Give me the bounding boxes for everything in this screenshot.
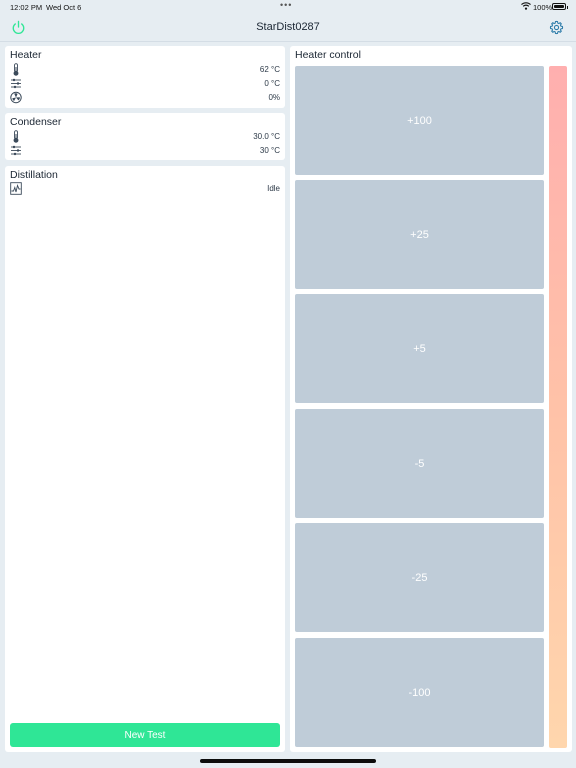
distillation-status-value: Idle <box>267 184 280 193</box>
distillation-curve-icon <box>10 182 22 195</box>
status-date: Wed Oct 6 <box>46 3 82 12</box>
sliders-icon <box>11 78 21 89</box>
condenser-title: Condenser <box>10 116 62 128</box>
thermometer-icon <box>13 63 19 76</box>
sliders-icon <box>11 145 21 156</box>
distillation-status-row: Idle <box>10 182 280 195</box>
heater-minus-5-button[interactable]: -5 <box>295 409 544 518</box>
battery-icon <box>552 3 568 10</box>
heater-panel: Heater 62 °C 0 °C 0% <box>5 46 285 108</box>
page-title: StarDist0287 <box>256 21 320 33</box>
nav-bar: StarDist0287 <box>0 14 576 42</box>
heater-setpoint-row: 0 °C <box>10 77 280 90</box>
heater-control-panel: Heater control +100 +25 +5 -5 -25 -100 <box>290 46 572 752</box>
battery-percent: 100% <box>533 3 553 12</box>
wifi-icon <box>521 2 531 10</box>
heater-plus-25-button[interactable]: +25 <box>295 180 544 289</box>
gear-icon[interactable] <box>549 20 564 35</box>
heater-power-value: 0% <box>268 93 280 102</box>
heater-minus-100-button[interactable]: -100 <box>295 638 544 747</box>
status-bar: 12:02 PM Wed Oct 6 ••• 100% <box>0 0 576 14</box>
fan-icon <box>10 91 22 104</box>
heater-setpoint-value: 0 °C <box>264 79 280 88</box>
condenser-panel: Condenser 30.0 °C 30 °C <box>5 113 285 160</box>
new-test-button[interactable]: New Test <box>10 723 280 747</box>
multitasking-dots[interactable]: ••• <box>280 0 292 10</box>
heater-minus-25-button[interactable]: -25 <box>295 523 544 632</box>
distillation-panel: Distillation Idle New Test <box>5 166 285 752</box>
condenser-temperature-row: 30.0 °C <box>10 130 280 143</box>
heater-level-gradient-bar <box>549 66 567 748</box>
distillation-title: Distillation <box>10 169 58 181</box>
heater-title: Heater <box>10 49 42 61</box>
condenser-temperature-value: 30.0 °C <box>253 132 280 141</box>
heater-temperature-value: 62 °C <box>259 65 280 74</box>
heater-power-row: 0% <box>10 91 280 104</box>
status-time: 12:02 PM <box>10 3 43 12</box>
heater-plus-5-button[interactable]: +5 <box>295 294 544 403</box>
home-indicator[interactable] <box>200 759 376 763</box>
heater-plus-100-button[interactable]: +100 <box>295 66 544 175</box>
heater-temperature-row: 62 °C <box>10 63 280 76</box>
thermometer-icon <box>13 130 19 143</box>
heater-control-title: Heater control <box>295 49 361 61</box>
condenser-setpoint-row: 30 °C <box>10 144 280 157</box>
condenser-setpoint-value: 30 °C <box>259 146 280 155</box>
